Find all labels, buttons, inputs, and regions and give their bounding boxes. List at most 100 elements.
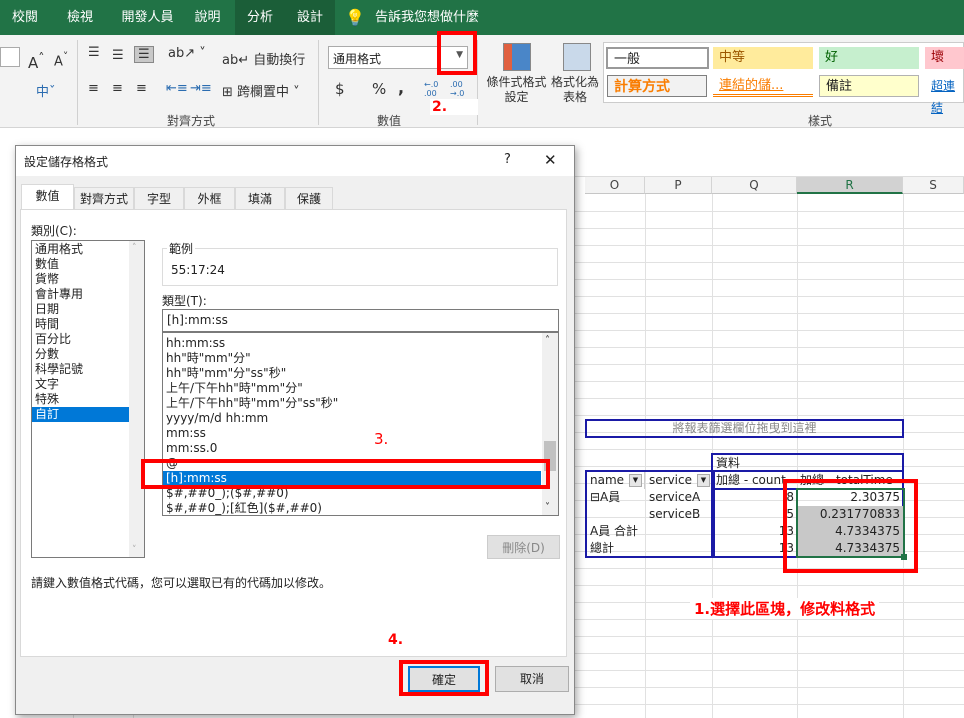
tab-design[interactable]: 設計 [285, 0, 335, 35]
pivot-data-label: 資料 [716, 456, 741, 470]
comma-button[interactable]: , [398, 78, 404, 97]
scroll-up-icon[interactable]: ˄ [545, 335, 550, 346]
pivot-row-service: serviceB [649, 507, 701, 521]
annotation-step3: 3. [374, 430, 389, 448]
column-header-p[interactable]: P [645, 177, 712, 194]
category-item[interactable]: 日期 [32, 302, 132, 317]
tab-help[interactable]: 說明 [185, 0, 230, 35]
align-center-icon[interactable]: ≡ [112, 81, 123, 96]
format-code-item[interactable]: $#,##0_);[紅色]($#,##0) [163, 501, 541, 515]
dialog-tab-fill[interactable]: 填滿 [235, 187, 285, 209]
category-item[interactable]: 百分比 [32, 332, 132, 347]
tab-view[interactable]: 檢視 [55, 0, 105, 35]
category-item[interactable]: 通用格式 [32, 242, 132, 257]
annotation-box-format [141, 459, 550, 489]
annotation-step2: 2. [430, 99, 478, 115]
format-code-item[interactable]: yyyy/m/d hh:mm [163, 411, 541, 426]
column-header-r[interactable]: R [797, 177, 903, 194]
cancel-button[interactable]: 取消 [495, 666, 569, 692]
scroll-up-icon[interactable]: ˄ [132, 243, 137, 253]
column-header-o[interactable]: O [585, 177, 645, 194]
category-item[interactable]: 數值 [32, 257, 132, 272]
orientation-icon[interactable]: ab↗ ˅ [168, 46, 206, 61]
category-list[interactable]: 通用格式 數值 貨幣 會計專用 日期 時間 百分比 分數 科學記號 文字 特殊 自訂 ˄ ˅ [31, 240, 145, 558]
increase-indent-icon[interactable]: ⇥≡ [190, 81, 212, 96]
phonetic-icon[interactable]: 中ˇ [36, 81, 56, 100]
style-neutral[interactable]: 中等 [713, 47, 813, 69]
category-item[interactable]: 會計專用 [32, 287, 132, 302]
filter-dropdown-icon[interactable]: ▼ [697, 474, 710, 487]
type-input[interactable]: [h]:mm:ss [162, 309, 559, 332]
close-icon[interactable]: ✕ [544, 151, 557, 169]
category-item[interactable]: 文字 [32, 377, 132, 392]
pivot-row-service: serviceA [649, 490, 701, 504]
dialog-tab-alignment[interactable]: 對齊方式 [74, 187, 134, 209]
pivot-row-name[interactable]: ⊟A員 [587, 489, 645, 506]
format-code-item[interactable]: 上午/下午hh"時"mm"分"ss"秒" [163, 396, 541, 411]
format-code-item[interactable]: 上午/下午hh"時"mm"分" [163, 381, 541, 396]
align-top-icon[interactable]: ☰ [88, 45, 100, 60]
style-bad[interactable]: 壞 [925, 47, 964, 69]
dialog-tab-font[interactable]: 字型 [134, 187, 184, 209]
style-good[interactable]: 好 [819, 47, 919, 69]
category-item[interactable]: 自訂 [32, 407, 132, 422]
style-linked-cell[interactable]: 連結的儲... [713, 75, 813, 97]
column-header-s[interactable]: S [903, 177, 964, 194]
category-item[interactable]: 科學記號 [32, 362, 132, 377]
tab-developer[interactable]: 開發人員 [110, 0, 185, 35]
scroll-down-icon[interactable]: ˅ [132, 545, 137, 555]
tab-review[interactable]: 校閱 [0, 0, 50, 35]
dialog-tab-protection[interactable]: 保護 [285, 187, 333, 209]
format-table-icon [563, 43, 591, 71]
pivot-header-service[interactable]: service ▼ [646, 472, 712, 489]
category-item[interactable]: 特殊 [32, 392, 132, 407]
formula-bar-area [575, 128, 964, 177]
style-hyperlink[interactable]: 超連結 [925, 75, 964, 115]
currency-button[interactable]: $ [335, 80, 345, 98]
increase-font-icon[interactable]: A˄ [28, 50, 45, 72]
dialog-title: 設定儲存格格式 [24, 155, 109, 169]
format-code-item[interactable]: mm:ss.0 [163, 441, 541, 456]
wrap-text-button[interactable]: ab↵ 自動換行 [222, 49, 305, 68]
annotation-step1: 1.選擇此區塊，修改料格式 [690, 598, 880, 619]
font-size-dropdown[interactable] [0, 47, 20, 67]
merge-center-button[interactable]: ⊞ 跨欄置中 ˅ [222, 81, 300, 100]
format-code-item[interactable]: hh"時"mm"分" [163, 351, 541, 366]
filter-dropdown-icon[interactable]: ▼ [629, 474, 642, 487]
align-right-icon[interactable]: ≡ [136, 81, 147, 96]
align-middle-icon[interactable]: ☰ [112, 48, 124, 63]
format-code-item[interactable]: hh"時"mm"分"ss"秒" [163, 366, 541, 381]
styles-group-label: 樣式 [808, 114, 833, 128]
category-item[interactable]: 時間 [32, 317, 132, 332]
style-note[interactable]: 備註 [819, 75, 919, 97]
column-header-q[interactable]: Q [712, 177, 797, 194]
delete-button[interactable]: 刪除(D) [487, 535, 560, 559]
dialog-tab-border[interactable]: 外框 [184, 187, 235, 209]
tell-me-search[interactable]: 告訴我您想做什麼 [372, 0, 482, 35]
help-button[interactable]: ? [504, 152, 511, 167]
dialog-tab-number[interactable]: 數值 [21, 184, 74, 210]
format-code-item[interactable]: mm:ss [163, 426, 541, 441]
align-left-icon[interactable]: ≡ [88, 81, 99, 96]
pivot-header-name[interactable]: name ▼ [587, 472, 645, 489]
style-calculation[interactable]: 計算方式 [607, 75, 707, 97]
tab-analyze[interactable]: 分析 [235, 0, 285, 35]
decrease-font-icon[interactable]: A˅ [54, 50, 68, 69]
category-item[interactable]: 分數 [32, 347, 132, 362]
decrease-decimal-button[interactable]: .00 →.0 [450, 80, 470, 98]
decrease-indent-icon[interactable]: ⇤≡ [166, 81, 188, 96]
format-code-item[interactable]: hh:mm:ss [163, 336, 541, 351]
increase-decimal-button[interactable]: ←.0 .00 [424, 80, 444, 98]
align-bottom-icon[interactable]: ☰ [134, 46, 154, 63]
format-as-table-button[interactable]: 格式化為表格 [551, 75, 599, 105]
style-normal[interactable]: 一般 [606, 47, 709, 69]
number-tab-panel: 類別(C): 通用格式 數值 貨幣 會計專用 日期 時間 百分比 分數 科學記號 文字 特殊 自訂 ˄… [20, 209, 567, 657]
sample-value: 55:17:24 [171, 263, 225, 277]
dialog-title-bar[interactable]: 設定儲存格格式 ? ✕ [16, 146, 574, 176]
category-item[interactable]: 貨幣 [32, 272, 132, 287]
percent-button[interactable]: % [372, 80, 386, 98]
scroll-down-icon[interactable]: ˅ [545, 502, 550, 513]
conditional-format-button[interactable]: 條件式格式設定 [484, 75, 549, 105]
conditional-format-icon [503, 43, 531, 71]
number-group-label: 數值 [377, 114, 402, 128]
